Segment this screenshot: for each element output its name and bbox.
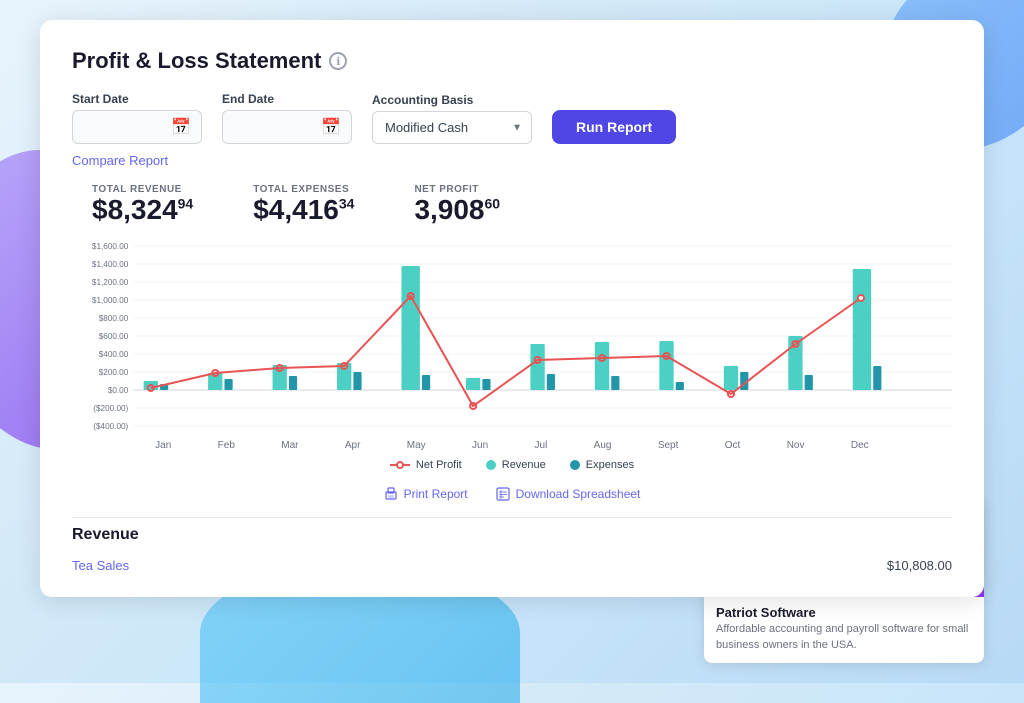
net-profit-metric: NET PROFIT 3,90860: [414, 184, 500, 226]
tea-sales-link[interactable]: Tea Sales: [72, 558, 129, 573]
chart-actions: Print Report Download Spreadsheet: [72, 483, 952, 501]
chart-legend: Net Profit Revenue Expenses: [72, 459, 952, 471]
page-title: Profit & Loss Statement: [72, 48, 321, 74]
total-expenses-metric: TOTAL EXPENSES $4,41634: [253, 184, 354, 226]
legend-net-profit-icon: [390, 460, 410, 470]
card-title-row: Profit & Loss Statement ℹ: [72, 48, 952, 74]
start-date-value: [83, 120, 163, 135]
x-label-may: May: [407, 440, 426, 451]
start-date-group: Start Date 📅: [72, 92, 202, 144]
start-date-calendar-icon[interactable]: 📅: [171, 117, 191, 137]
svg-text:$200.00: $200.00: [99, 368, 129, 377]
compare-report-link[interactable]: Compare Report: [72, 153, 168, 168]
accounting-basis-select-wrap: Cash Modified Cash Accrual ▼: [372, 111, 532, 144]
end-date-label: End Date: [222, 92, 352, 106]
download-spreadsheet-link[interactable]: Download Spreadsheet: [496, 487, 641, 501]
legend-net-profit: Net Profit: [390, 459, 462, 471]
svg-text:$800.00: $800.00: [99, 314, 129, 323]
main-card: Profit & Loss Statement ℹ Start Date 📅 E…: [40, 20, 984, 597]
start-date-input[interactable]: 📅: [72, 110, 202, 144]
svg-text:$1,400.00: $1,400.00: [92, 260, 129, 269]
accounting-basis-group: Accounting Basis Cash Modified Cash Accr…: [372, 93, 532, 144]
x-label-oct: Oct: [725, 440, 741, 451]
x-label-aug: Aug: [594, 440, 612, 451]
tea-sales-amount: $10,808.00: [887, 558, 952, 573]
svg-text:$600.00: $600.00: [99, 332, 129, 341]
total-expenses-value: $4,41634: [253, 195, 354, 226]
x-label-mar: Mar: [281, 440, 298, 451]
x-label-jan: Jan: [155, 440, 171, 451]
end-date-value: [233, 120, 313, 135]
print-icon: [384, 487, 398, 501]
start-date-label: Start Date: [72, 92, 202, 106]
metrics-row: TOTAL REVENUE $8,32494 TOTAL EXPENSES $4…: [72, 184, 952, 226]
filter-form: Start Date 📅 End Date 📅 Accounting Basis…: [72, 92, 952, 144]
total-revenue-metric: TOTAL REVENUE $8,32494: [92, 184, 193, 226]
net-profit-value: 3,90860: [414, 195, 500, 226]
x-label-apr: Apr: [345, 440, 361, 451]
end-date-calendar-icon[interactable]: 📅: [321, 117, 341, 137]
section-divider: [72, 517, 952, 518]
revenue-row-tea-sales: Tea Sales $10,808.00: [72, 554, 952, 577]
chart-area: $1,600.00 $1,400.00 $1,200.00 $1,000.00 …: [72, 236, 952, 436]
svg-text:$400.00: $400.00: [99, 350, 129, 359]
x-label-jun: Jun: [472, 440, 488, 451]
svg-text:$1,600.00: $1,600.00: [92, 242, 129, 251]
x-label-dec: Dec: [851, 440, 869, 451]
revenue-section-title: Revenue: [72, 526, 952, 544]
run-report-button[interactable]: Run Report: [552, 110, 676, 144]
ad-description: Affordable accounting and payroll softwa…: [716, 622, 972, 653]
end-date-input[interactable]: 📅: [222, 110, 352, 144]
end-date-group: End Date 📅: [222, 92, 352, 144]
legend-revenue: Revenue: [486, 459, 546, 471]
svg-text:($200.00): ($200.00): [93, 404, 128, 413]
svg-text:$0.00: $0.00: [108, 386, 129, 395]
total-revenue-value: $8,32494: [92, 195, 193, 226]
print-report-link[interactable]: Print Report: [384, 487, 468, 501]
chart-svg: $1,600.00 $1,400.00 $1,200.00 $1,000.00 …: [72, 236, 952, 436]
svg-text:$1,000.00: $1,000.00: [92, 296, 129, 305]
x-label-sept: Sept: [658, 440, 679, 451]
x-label-feb: Feb: [218, 440, 235, 451]
ad-company-name: Patriot Software: [716, 605, 972, 620]
download-icon: [496, 487, 510, 501]
x-label-nov: Nov: [787, 440, 805, 451]
legend-expenses: Expenses: [570, 459, 634, 471]
x-label-jul: Jul: [535, 440, 548, 451]
accounting-basis-label: Accounting Basis: [372, 93, 532, 107]
x-axis-labels: Jan Feb Mar Apr May Jun Jul Aug Sept Oct…: [72, 440, 952, 451]
info-icon[interactable]: ℹ: [329, 52, 347, 70]
accounting-basis-select[interactable]: Cash Modified Cash Accrual: [372, 111, 532, 144]
legend-expenses-dot: [570, 460, 580, 470]
legend-revenue-dot: [486, 460, 496, 470]
svg-text:$1,200.00: $1,200.00: [92, 278, 129, 287]
ad-body: Patriot Software Affordable accounting a…: [704, 597, 984, 663]
svg-text:($400.00): ($400.00): [93, 422, 128, 431]
